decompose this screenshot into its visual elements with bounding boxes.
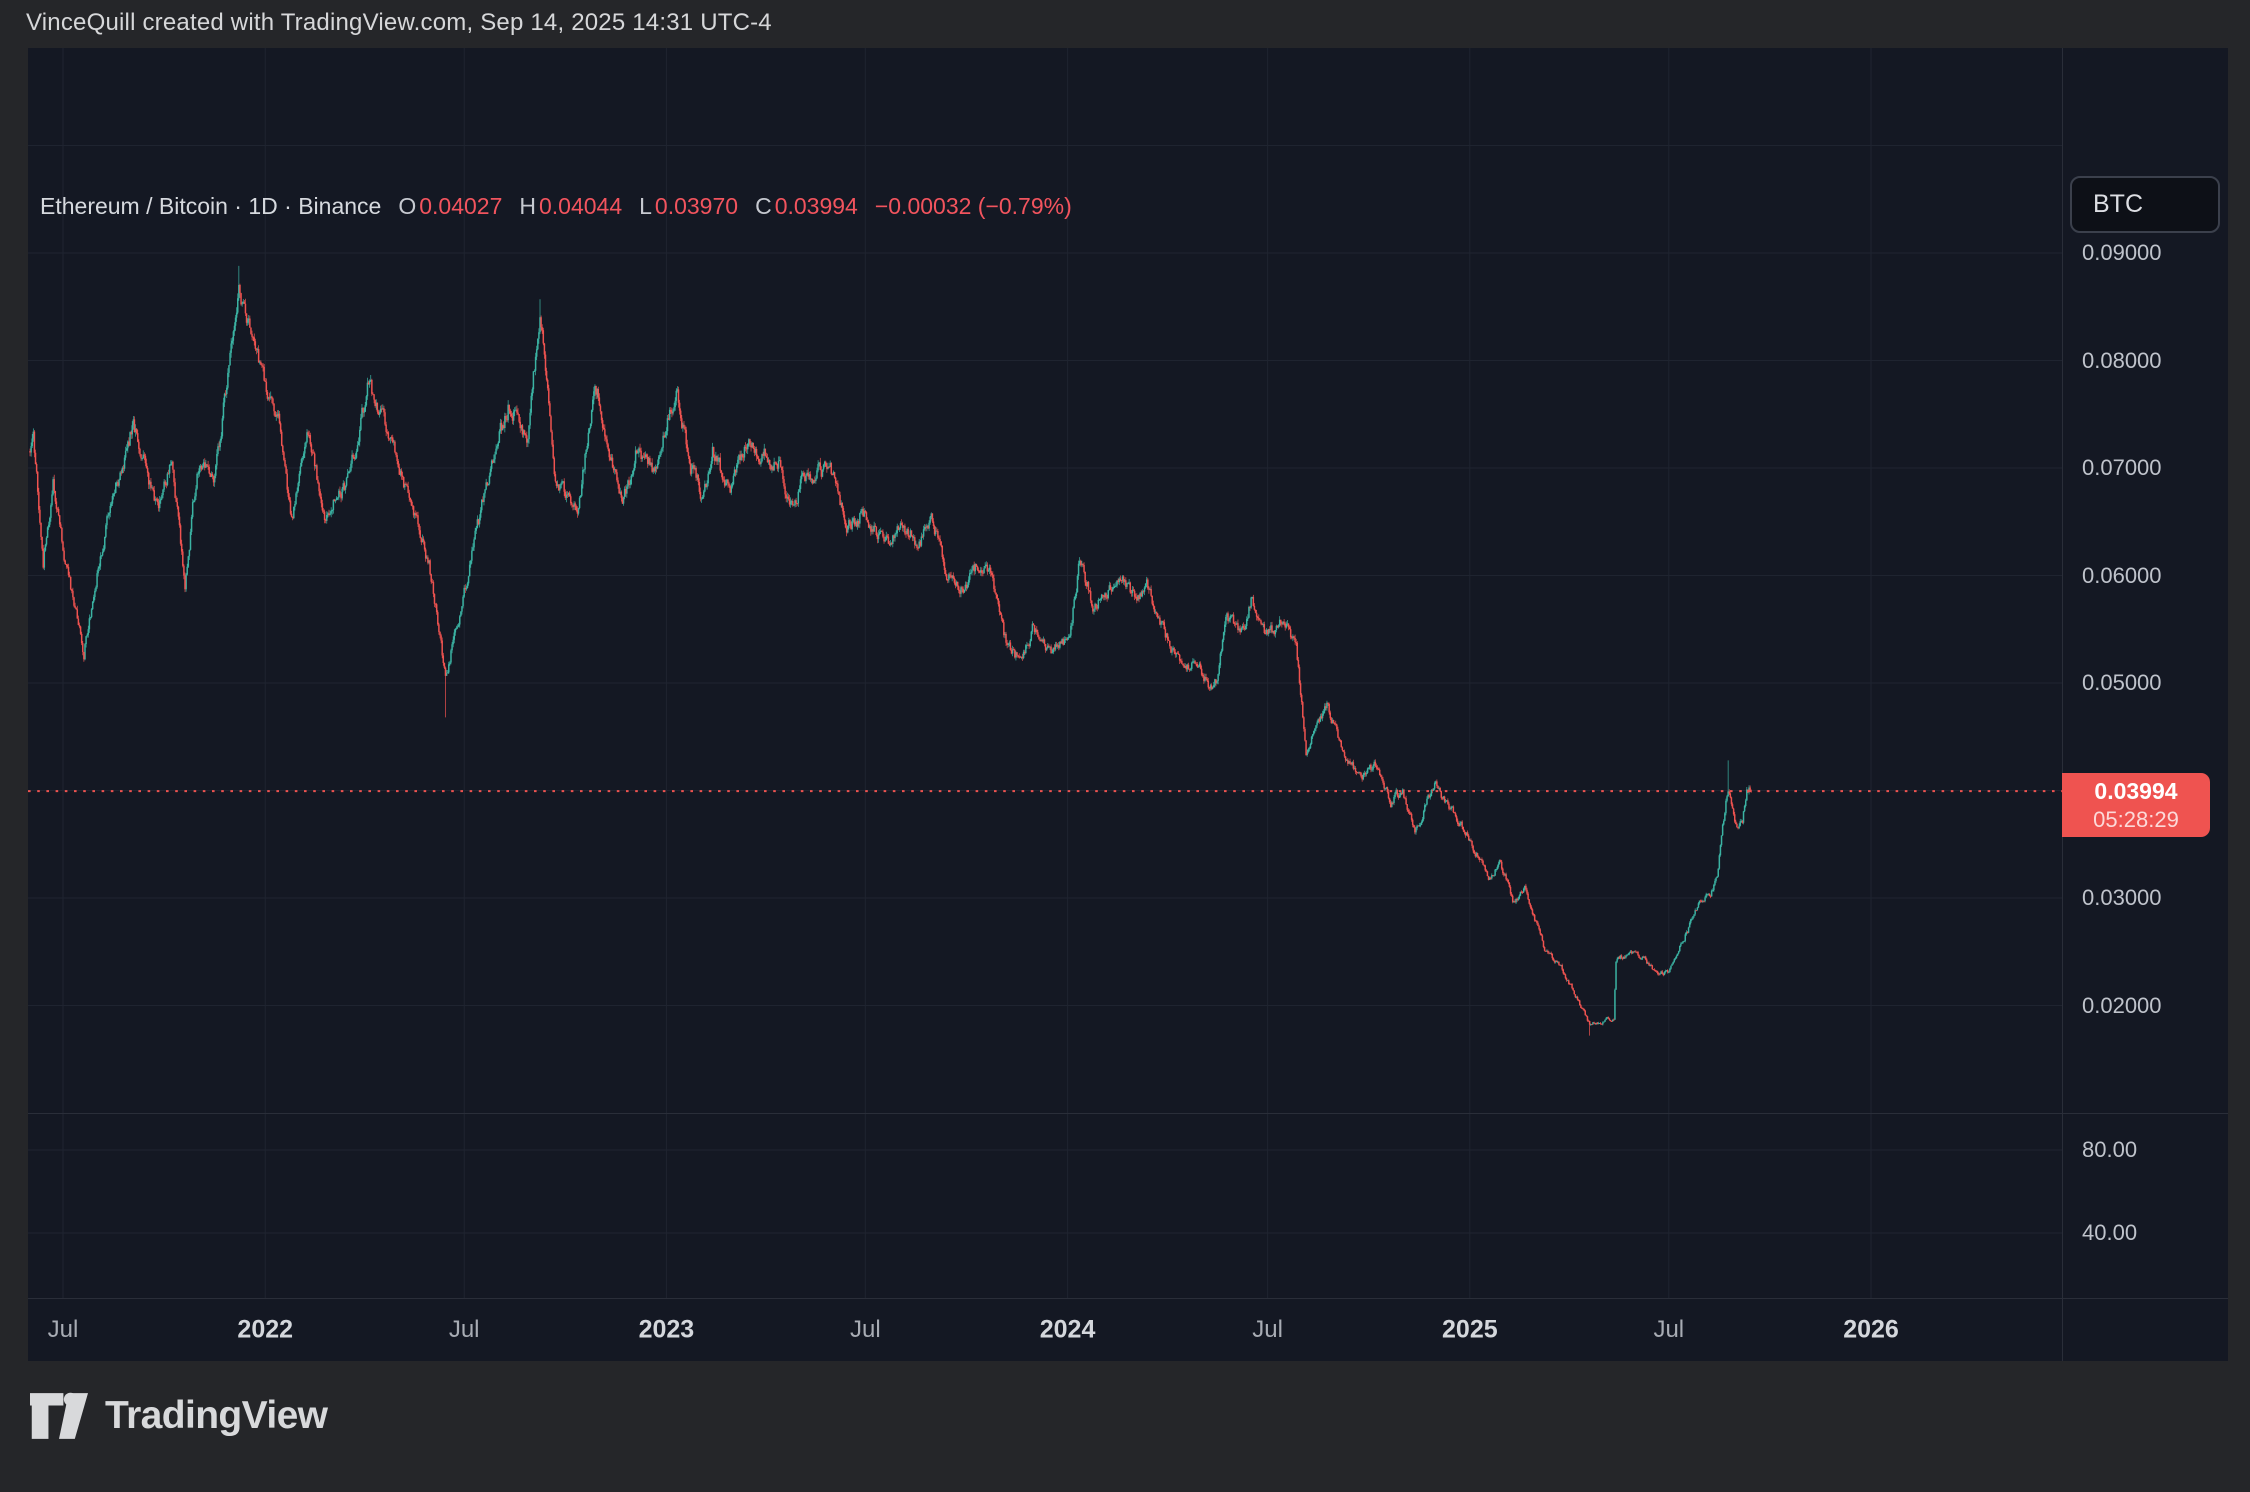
price-axis-label: 0.07000: [2082, 455, 2162, 481]
indicator-axis-label: 40.00: [2082, 1220, 2137, 1246]
attribution-text: VinceQuill created with TradingView.com,…: [26, 9, 772, 37]
chart-legend: Ethereum / Bitcoin · 1D · Binance O0.040…: [40, 191, 1072, 221]
change-value: −0.00032 (−0.79%): [875, 193, 1072, 219]
time-axis-label: 2022: [237, 1315, 293, 1344]
indicator-axis-label: 80.00: [2082, 1137, 2137, 1163]
time-axis[interactable]: Jul 2022 Jul 2023 Jul 2024 Jul 2025 Jul 2026: [28, 1298, 2062, 1361]
price-axis-label: 0.09000: [2082, 240, 2162, 266]
time-axis-label: Jul: [850, 1316, 881, 1344]
ohlc-value-O: 0.04027: [419, 193, 502, 219]
time-axis-label: 2023: [639, 1315, 695, 1344]
time-axis-label: 2025: [1442, 1315, 1498, 1344]
currency-toggle-label: BTC: [2093, 190, 2143, 219]
candlestick-series: [30, 266, 1751, 1036]
symbol-title[interactable]: Ethereum / Bitcoin · 1D · Binance: [40, 193, 381, 220]
time-axis-border: [28, 1298, 2228, 1299]
chart-canvas: [28, 48, 2062, 1298]
price-axis-label: 0.03000: [2082, 885, 2162, 911]
price-axis-border: [2062, 48, 2063, 1361]
time-axis-label: Jul: [1252, 1316, 1283, 1344]
pane-separator[interactable]: [28, 1113, 2228, 1114]
tradingview-logo-text: TradingView: [105, 1394, 327, 1438]
tradingview-screenshot: { "attribution": "VinceQuill created wit…: [0, 0, 2250, 1492]
tradingview-logo[interactable]: TradingView: [30, 1386, 327, 1446]
tradingview-logo-icon: [30, 1390, 88, 1442]
last-price-value: 0.03994: [2094, 776, 2177, 806]
chart-widget: Ethereum / Bitcoin · 1D · Binance O0.040…: [28, 48, 2228, 1361]
ohlc-label-C: C: [755, 193, 772, 219]
time-axis-label: Jul: [449, 1316, 480, 1344]
time-axis-label: Jul: [1653, 1316, 1684, 1344]
grid-lines: [28, 48, 2062, 1298]
last-price-badge: 0.03994 05:28:29: [2062, 773, 2210, 837]
bar-countdown-timer: 05:28:29: [2093, 806, 2179, 834]
currency-toggle-button[interactable]: BTC: [2070, 176, 2220, 233]
time-axis-label: 2026: [1843, 1315, 1899, 1344]
price-axis-label: 0.06000: [2082, 563, 2162, 589]
time-axis-label: Jul: [48, 1316, 79, 1344]
price-chart-pane[interactable]: Ethereum / Bitcoin · 1D · Binance O0.040…: [28, 48, 2062, 1298]
ohlc-label-O: O: [398, 193, 416, 219]
ohlc-value-H: 0.04044: [539, 193, 622, 219]
ohlc-values: O0.04027 H0.04044 L0.03970 C0.03994 −0.00032…: [381, 193, 1071, 220]
ohlc-label-L: L: [639, 193, 652, 219]
price-axis-label: 0.05000: [2082, 670, 2162, 696]
ohlc-value-C: 0.03994: [775, 193, 858, 219]
ohlc-label-H: H: [519, 193, 536, 219]
price-axis-label: 0.02000: [2082, 993, 2162, 1019]
ohlc-value-L: 0.03970: [655, 193, 738, 219]
price-axis[interactable]: BTC 0.03994 05:28:29 0.09000 0.08000 0.070…: [2062, 48, 2228, 1361]
time-axis-label: 2024: [1040, 1315, 1096, 1344]
price-axis-label: 0.08000: [2082, 348, 2162, 374]
